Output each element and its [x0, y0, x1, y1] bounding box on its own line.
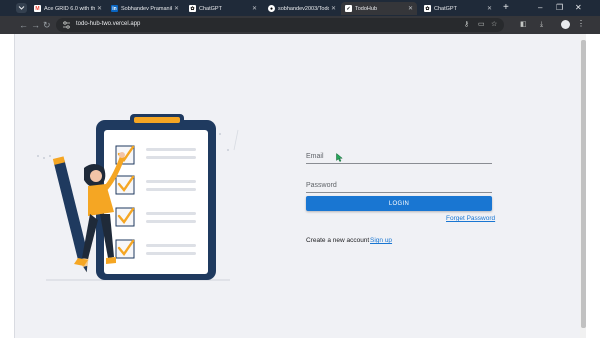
- chatgpt-icon: ✿: [189, 5, 196, 12]
- tab-title: Ace GRID 6.0 with the ...: [44, 5, 95, 12]
- tab-chatgpt[interactable]: ✿ ChatGPT ✕: [185, 2, 261, 15]
- close-icon[interactable]: ✕: [174, 5, 179, 12]
- chatgpt-icon: ✿: [424, 5, 431, 12]
- window-edge: [586, 34, 600, 338]
- forward-button[interactable]: →: [31, 20, 40, 30]
- email-underline[interactable]: [306, 163, 492, 164]
- new-tab-button[interactable]: +: [503, 2, 509, 13]
- downloads-icon[interactable]: ⤓: [540, 20, 543, 29]
- tab-title: ChatGPT: [434, 5, 457, 12]
- close-window-button[interactable]: ✕: [575, 2, 582, 13]
- tab-linkedin[interactable]: in Sobhandev Pramanik | ... ✕: [107, 2, 183, 15]
- tab-gmail[interactable]: M Ace GRID 6.0 with the ... ✕: [30, 2, 106, 15]
- menu-icon[interactable]: ⋮: [577, 19, 585, 29]
- reload-button[interactable]: ↻: [43, 20, 51, 30]
- gmail-icon: M: [34, 5, 41, 12]
- minimize-button[interactable]: –: [538, 2, 542, 13]
- browser-tab-strip: M Ace GRID 6.0 with the ... ✕ in Sobhand…: [0, 0, 600, 16]
- tab-chatgpt-2[interactable]: ✿ ChatGPT ✕: [420, 2, 496, 15]
- url-text: todo-hub-two.vercel.app: [76, 21, 141, 27]
- extensions-icon[interactable]: ◧: [520, 20, 527, 29]
- profile-avatar[interactable]: [561, 20, 570, 29]
- password-field[interactable]: Password: [306, 182, 337, 189]
- email-field[interactable]: Email: [306, 153, 324, 160]
- close-icon[interactable]: ✕: [97, 5, 102, 12]
- bookmark-star-icon[interactable]: ☆: [491, 20, 497, 29]
- todohub-icon: ✓: [345, 5, 352, 12]
- address-bar[interactable]: todo-hub-two.vercel.app: [56, 18, 504, 32]
- cast-icon[interactable]: ▭: [478, 20, 485, 29]
- github-icon: ●: [268, 5, 275, 12]
- address-toolbar: ← → ↻ todo-hub-two.vercel.app ⚷ ▭ ☆ ◧ ⤓ …: [0, 16, 600, 34]
- todo-illustration: [37, 114, 239, 281]
- cursor-icon: [336, 153, 343, 162]
- tab-github[interactable]: ● sobhandev2003/TodoH... ✕: [264, 2, 340, 15]
- tab-todohub[interactable]: ✓ TodoHub ✕: [341, 2, 417, 15]
- signup-link[interactable]: Sign up: [370, 237, 392, 244]
- close-icon[interactable]: ✕: [487, 5, 492, 12]
- password-key-icon[interactable]: ⚷: [464, 20, 469, 29]
- forgot-password-link[interactable]: Forget Password: [446, 215, 495, 222]
- site-info-icon[interactable]: [62, 21, 71, 29]
- close-icon[interactable]: ✕: [408, 5, 413, 12]
- tab-title: Sobhandev Pramanik | ...: [121, 5, 172, 12]
- back-button[interactable]: ←: [19, 20, 28, 30]
- linkedin-icon: in: [111, 5, 118, 12]
- tab-title: ChatGPT: [199, 5, 222, 12]
- login-button[interactable]: LOGIN: [306, 196, 492, 211]
- tab-title: sobhandev2003/TodoH...: [278, 5, 329, 12]
- chevron-down-icon: [18, 6, 25, 10]
- password-underline[interactable]: [306, 192, 492, 193]
- close-icon[interactable]: ✕: [331, 5, 336, 12]
- signup-prompt: Create a new account: [306, 237, 370, 244]
- restore-button[interactable]: ❐: [556, 2, 563, 13]
- tab-search-button[interactable]: [16, 3, 27, 13]
- tab-title: TodoHub: [355, 5, 378, 12]
- close-icon[interactable]: ✕: [252, 5, 257, 12]
